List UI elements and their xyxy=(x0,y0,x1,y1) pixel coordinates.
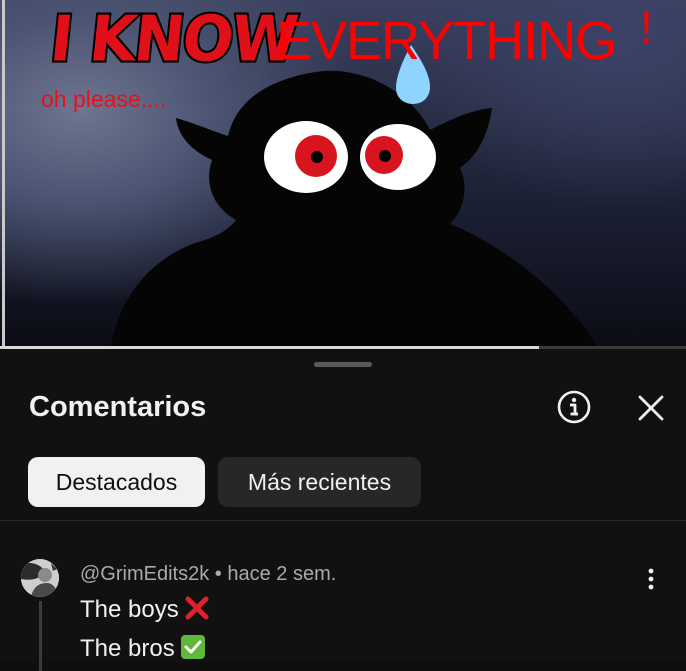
divider xyxy=(0,520,686,521)
meme-exclamation: ! xyxy=(640,1,653,53)
info-button[interactable] xyxy=(556,389,592,425)
avatar-image xyxy=(21,559,59,597)
more-options-button[interactable] xyxy=(638,563,664,595)
avatar[interactable] xyxy=(21,559,59,597)
close-icon xyxy=(638,395,664,421)
check-mark-icon xyxy=(181,635,206,662)
drag-handle[interactable] xyxy=(314,362,372,367)
meme-title-part2: EVERYTHING xyxy=(276,11,617,71)
cross-mark-icon xyxy=(185,595,209,623)
shadow-figure xyxy=(110,70,600,350)
info-icon xyxy=(557,390,591,424)
panel-title: Comentarios xyxy=(29,391,207,423)
comment-time: hace 2 sem. xyxy=(227,563,337,585)
comment-item: @GrimEdits2k • hace 2 sem. The boys The … xyxy=(0,549,686,671)
left-pupil xyxy=(311,151,323,163)
comments-panel: Comentarios Destacados Más recientes @Gr… xyxy=(0,349,686,671)
comment-author[interactable]: @GrimEdits2k xyxy=(80,563,209,585)
comment-meta: @GrimEdits2k • hace 2 sem. xyxy=(80,563,336,586)
video-edge xyxy=(2,0,5,350)
close-button[interactable] xyxy=(632,389,670,427)
comment-line-text: The boys xyxy=(80,596,179,623)
chip-destacados[interactable]: Destacados xyxy=(28,457,205,507)
chip-mas-recientes[interactable]: Más recientes xyxy=(218,457,421,507)
right-pupil xyxy=(379,150,391,162)
video-player[interactable]: I KNOW EVERYTHING ! oh please.... xyxy=(0,0,686,350)
comment-text-line: The boys xyxy=(80,595,209,624)
meme-title-part1: I KNOW xyxy=(45,1,302,79)
comment-text-line: The bros xyxy=(80,635,206,663)
comment-line-text: The bros xyxy=(80,635,175,662)
meme-subtitle: oh please.... xyxy=(41,86,167,112)
meta-separator: • xyxy=(209,563,228,585)
more-vert-icon xyxy=(648,568,654,590)
